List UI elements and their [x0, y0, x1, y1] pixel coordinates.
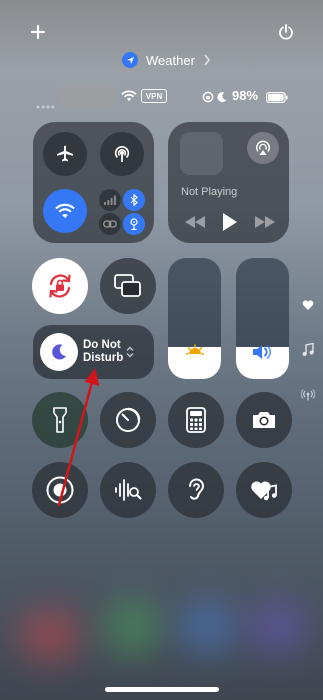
speaker-icon — [253, 345, 272, 359]
location-indicator[interactable]: Weather — [122, 50, 211, 70]
carrier-redacted — [60, 84, 116, 106]
wifi-icon — [55, 203, 75, 218]
cellular-bars-toggle[interactable] — [99, 189, 121, 211]
battery-icon — [266, 90, 288, 108]
music-recognition-button[interactable] — [236, 462, 292, 518]
hearing-button[interactable] — [168, 462, 224, 518]
airplane-icon — [57, 145, 73, 162]
cellular-data-toggle[interactable] — [100, 132, 144, 176]
fast-forward-button[interactable] — [252, 211, 278, 233]
heart-music-icon — [251, 481, 277, 501]
add-button[interactable] — [26, 20, 50, 44]
link-icon — [103, 220, 117, 228]
signal-dots — [36, 96, 56, 109]
sound-recognition-button[interactable] — [100, 462, 156, 518]
focus-label-line2: Disturb — [83, 352, 124, 364]
media-status: Not Playing — [181, 186, 238, 198]
record-icon — [46, 476, 74, 504]
screen-mirroring-button[interactable] — [100, 258, 156, 314]
focus-button[interactable]: Do Not Disturb — [33, 325, 154, 379]
focus-label-line1: Do Not — [83, 339, 121, 351]
power-button[interactable] — [274, 20, 298, 44]
rotation-lock-status-icon — [202, 90, 214, 108]
antenna-icon — [114, 146, 130, 162]
rotation-lock-icon — [49, 274, 71, 298]
airplay-button[interactable] — [247, 132, 279, 164]
brightness-slider[interactable] — [168, 258, 221, 379]
vpn-label: VPN — [145, 91, 163, 101]
media-module: Not Playing — [168, 122, 289, 243]
timer-icon — [116, 407, 141, 432]
cellular-bars-icon — [104, 195, 116, 205]
fast-forward-icon — [255, 216, 275, 228]
rewind-button[interactable] — [182, 211, 208, 233]
airplane-mode-toggle[interactable] — [43, 132, 87, 176]
camera-icon — [253, 412, 275, 428]
battery-percent: 98% — [232, 88, 259, 103]
album-art-placeholder — [180, 132, 223, 175]
bluetooth-toggle[interactable] — [123, 189, 145, 211]
music-note-icon[interactable] — [302, 343, 314, 357]
location-app-label: Weather — [146, 52, 195, 68]
screen-recording-button[interactable] — [32, 462, 88, 518]
airplay-icon — [256, 140, 270, 155]
flashlight-button[interactable] — [32, 392, 88, 448]
calculator-button[interactable] — [168, 392, 224, 448]
plus-icon — [31, 25, 45, 39]
calculator-icon — [186, 407, 206, 433]
sound-recognition-icon — [115, 479, 142, 501]
orientation-lock-toggle[interactable] — [32, 258, 88, 314]
chevron-up-down-icon — [126, 346, 134, 358]
play-icon — [223, 213, 237, 231]
play-button[interactable] — [218, 210, 242, 234]
connectivity-module — [33, 122, 154, 243]
moon-icon — [52, 344, 66, 360]
airdrop-toggle[interactable] — [99, 213, 121, 235]
heart-icon[interactable] — [302, 299, 314, 311]
personal-hotspot-toggle[interactable] — [123, 213, 145, 235]
bluetooth-icon — [130, 194, 138, 206]
chevron-right-icon — [204, 54, 210, 66]
hotspot-icon — [130, 218, 138, 230]
timer-button[interactable] — [100, 392, 156, 448]
screen-mirroring-icon — [114, 274, 141, 297]
rewind-icon — [185, 216, 205, 228]
camera-button[interactable] — [236, 392, 292, 448]
vpn-badge: VPN — [141, 89, 167, 103]
focus-icon-circle — [40, 333, 78, 371]
volume-slider[interactable] — [236, 258, 289, 379]
moon-status-icon — [216, 90, 228, 108]
focus-label: Do Not Disturb — [83, 339, 123, 365]
sun-icon — [186, 344, 204, 355]
ear-icon — [189, 478, 205, 500]
wifi-status-icon — [121, 89, 137, 107]
location-arrow-icon — [122, 52, 138, 68]
power-icon — [279, 24, 293, 40]
broadcast-icon[interactable] — [301, 389, 315, 401]
flashlight-icon — [53, 407, 67, 433]
home-indicator[interactable] — [105, 687, 219, 692]
wifi-toggle[interactable] — [43, 189, 87, 233]
